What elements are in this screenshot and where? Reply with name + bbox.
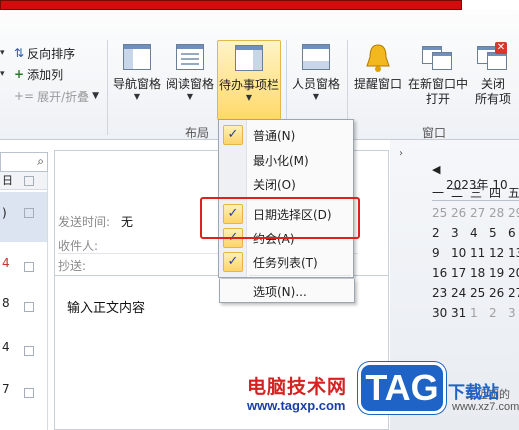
cc-label: 抄送: <box>58 259 87 273</box>
group-divider <box>107 40 108 135</box>
new-window-icon <box>422 42 454 74</box>
window-group-label: 窗口 <box>422 126 447 140</box>
to-label: 收件人: <box>58 239 99 253</box>
message-list: 日 ) 4 8 4 7 <box>0 172 48 430</box>
menu-item-minimized[interactable]: 最小化(M) <box>219 148 353 172</box>
chevron-down-icon: ▼ <box>92 91 100 101</box>
row-checkbox[interactable] <box>24 208 34 218</box>
row-checkbox[interactable] <box>24 302 34 312</box>
open-new-window-button[interactable]: 在新窗口中 打开 <box>406 42 470 107</box>
reminders-window-button[interactable]: 提醒窗口 <box>352 42 404 92</box>
layout-group-label: 布局 <box>185 126 210 140</box>
reading-pane-button[interactable]: 阅读窗格 ▼ <box>164 42 216 102</box>
highlight-box <box>200 197 360 239</box>
people-pane-button[interactable]: 人员窗格 ▼ <box>290 42 342 102</box>
calendar-week[interactable]: 2324252627 <box>432 286 519 300</box>
search-box[interactable]: ⌕ <box>0 152 48 172</box>
list-item[interactable]: ) <box>0 192 47 242</box>
left-scroll-arrow-icon[interactable]: ▾ <box>0 44 5 62</box>
header-checkbox[interactable] <box>24 176 34 186</box>
todo-bar-button[interactable]: 待办事项栏 ▼ <box>217 40 281 120</box>
expand-collapse-icon: += <box>14 89 35 103</box>
row-checkbox[interactable] <box>24 262 34 272</box>
chevron-down-icon: ▼ <box>312 92 320 101</box>
nav-pane-button[interactable]: 导航窗格 ▼ <box>112 42 162 102</box>
add-column-button[interactable]: + 添加列 <box>14 65 63 83</box>
weekday-headers: 一二三四五 <box>432 186 519 200</box>
menu-item-options[interactable]: 选项(N)... <box>219 279 355 303</box>
tag-logo: TAG <box>358 362 446 414</box>
sort-arrows-icon: ⇅ <box>14 46 25 60</box>
todo-bar-icon <box>233 43 265 75</box>
message-body[interactable]: 输入正文内容 <box>67 297 145 316</box>
send-time-label: 发送时间: <box>58 215 111 229</box>
row-checkbox[interactable] <box>24 388 34 398</box>
add-column-icon: + <box>14 67 25 81</box>
checkmark-icon: ✓ <box>223 252 243 272</box>
chevron-down-icon: ▼ <box>245 93 253 102</box>
send-time-value: 无 <box>121 215 134 229</box>
menu-separator <box>249 275 351 276</box>
menu-item-off[interactable]: 关闭(O) <box>219 172 353 196</box>
people-pane-icon <box>300 42 332 74</box>
divider <box>432 200 519 201</box>
reading-pane-icon <box>174 42 206 74</box>
chevron-down-icon: ▼ <box>186 92 194 101</box>
download-site-url: www.xz7.com <box>452 401 519 413</box>
menu-item-normal[interactable]: ✓ 普通(N) <box>219 123 353 147</box>
checkmark-icon: ✓ <box>223 125 243 145</box>
calendar-week[interactable]: 23456 <box>432 226 519 240</box>
collapse-pane-icon[interactable]: › <box>399 148 403 159</box>
reverse-sort-button[interactable]: ⇅ 反向排序 <box>14 44 75 62</box>
calendar-week[interactable]: 30 31 1 2 3 <box>432 306 519 320</box>
nav-pane-icon <box>121 42 153 74</box>
search-icon: ⌕ <box>37 154 44 168</box>
prev-month-icon[interactable]: ◀ <box>432 163 451 176</box>
calendar-week[interactable]: 910111213 <box>432 246 519 260</box>
expand-collapse-button[interactable]: += 展开/折叠 ▼ <box>14 87 99 105</box>
close-all-items-button[interactable]: ✕ 关闭 所有项 <box>470 42 516 107</box>
watermark-url: www.tagxp.com <box>247 398 346 413</box>
menu-item-task-list[interactable]: ✓ 任务列表(T) <box>219 250 353 274</box>
close-windows-icon: ✕ <box>477 42 509 74</box>
watermark-site-name: 电脑技术网 <box>247 376 348 398</box>
calendar-week[interactable]: 2526272829 <box>432 206 519 220</box>
download-site-label: 下载站 <box>448 383 499 403</box>
title-banner <box>0 0 462 10</box>
list-header: 日 <box>0 172 47 190</box>
chevron-down-icon: ▼ <box>133 92 141 101</box>
left-dropdown-icon[interactable]: ▾ <box>0 65 5 83</box>
row-checkbox[interactable] <box>24 346 34 356</box>
calendar-week[interactable]: 1617181920 <box>432 266 519 280</box>
bell-icon <box>362 42 394 74</box>
